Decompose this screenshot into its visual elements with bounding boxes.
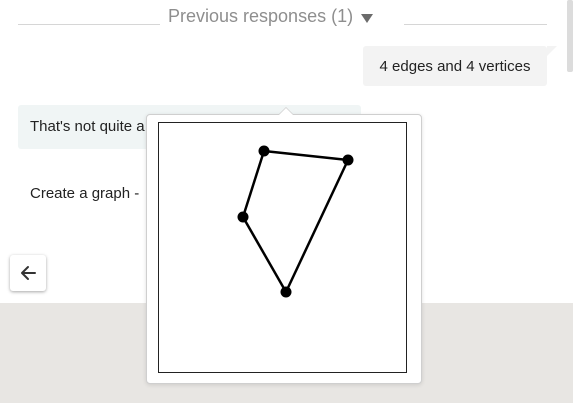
header-divider-right — [404, 24, 547, 25]
graph-canvas — [158, 122, 407, 373]
scrollbar[interactable] — [567, 0, 573, 72]
graph-vertex-3 — [237, 211, 249, 223]
back-button[interactable] — [10, 255, 46, 291]
graph-edge-1 — [263, 149, 349, 162]
question-prompt: Create a graph - — [30, 185, 140, 202]
feedback-text: That's not quite a — [30, 118, 145, 135]
caret-down-icon — [361, 13, 374, 23]
learner-response-bubble: 4 edges and 4 vertices — [363, 46, 557, 86]
graph-vertex-1 — [258, 145, 270, 157]
previous-responses-label: Previous responses (1) — [168, 5, 354, 26]
arrow-left-icon — [21, 266, 36, 280]
graph-vertex-4 — [280, 286, 292, 298]
graph-svg — [237, 145, 354, 298]
graph-edge-4 — [284, 159, 350, 293]
header-divider-left — [18, 24, 160, 25]
graph-edge-3 — [241, 216, 288, 293]
previous-responses-toggle[interactable]: Previous responses (1) — [168, 4, 374, 28]
learner-response-text: 4 edges and 4 vertices — [379, 57, 531, 75]
graph-vertex-2 — [342, 154, 354, 166]
graph-edge-2 — [241, 150, 266, 218]
